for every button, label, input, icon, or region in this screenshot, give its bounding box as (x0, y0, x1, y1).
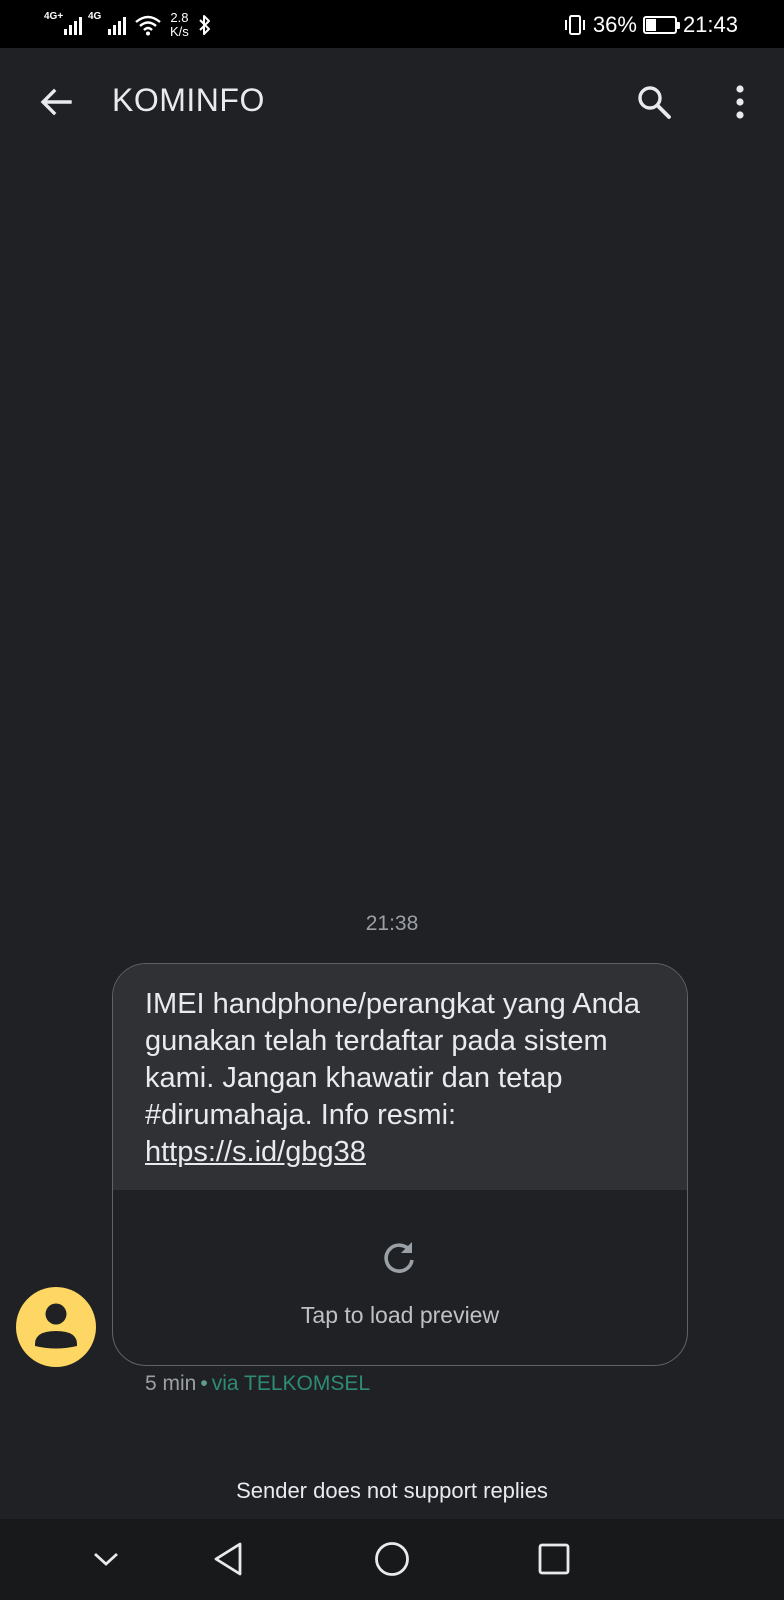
back-button[interactable] (30, 76, 82, 128)
more-vert-icon (736, 85, 744, 119)
back-arrow-icon (40, 88, 72, 116)
app-bar: KOMINFO (0, 48, 784, 160)
recents-square-icon (538, 1543, 570, 1575)
network-type-2: 4G (88, 11, 102, 22)
more-options-button[interactable] (714, 76, 766, 128)
wifi-icon (135, 15, 161, 36)
speed-unit: K/s (170, 24, 189, 39)
refresh-icon (384, 1242, 414, 1273)
message-text: IMEI handphone/perangkat yang Anda gunak… (145, 988, 640, 1131)
hide-nav-button[interactable] (80, 1533, 132, 1585)
clock: 21:43 (682, 12, 738, 37)
message-timestamp: 21:38 (365, 912, 419, 935)
nav-recents-button[interactable] (528, 1533, 580, 1585)
message-age: 5 min (145, 1372, 197, 1395)
message-meta: 5 min • via TELKOMSEL (145, 1372, 370, 1396)
search-icon (638, 86, 671, 119)
speed-value: 2.8 (170, 10, 189, 25)
home-circle-icon (375, 1542, 409, 1576)
vibrate-icon (564, 15, 585, 35)
status-bar: 4G+ 4G 2.8 K/s 36% 21:43 (0, 0, 784, 48)
messages-screen: 4G+ 4G 2.8 K/s 36% 21:43 KOMINFO 21:38 I… (0, 0, 784, 1600)
message-bubble[interactable]: IMEI handphone/perangkat yang Anda gunak… (112, 963, 688, 1366)
signal-icon: 4G+ (44, 11, 82, 35)
battery-icon (642, 16, 680, 34)
network-speed: 2.8 K/s (170, 11, 189, 39)
message-link[interactable]: https://s.id/gbg38 (145, 1136, 366, 1168)
status-left: 4G+ 4G 2.8 K/s (44, 8, 213, 42)
battery-fill (645, 19, 657, 31)
bluetooth-icon (199, 15, 210, 35)
nav-home-button[interactable] (366, 1533, 418, 1585)
nav-back-button[interactable] (202, 1533, 254, 1585)
load-preview-label: Tap to load preview (300, 1302, 500, 1328)
status-right: 36% 21:43 (563, 10, 738, 40)
no-reply-notice: Sender does not support replies (236, 1478, 548, 1503)
network-type-1: 4G+ (44, 11, 64, 22)
navigation-bar (0, 1519, 784, 1600)
link-preview[interactable]: Tap to load preview (113, 1190, 687, 1365)
meta-separator: • (200, 1372, 208, 1395)
carrier-label: via TELKOMSEL (211, 1372, 371, 1395)
avatar[interactable] (16, 1287, 96, 1367)
search-button[interactable] (628, 76, 680, 128)
message-body: IMEI handphone/perangkat yang Anda gunak… (113, 964, 687, 1190)
back-triangle-icon (214, 1542, 242, 1576)
signal-icon-2: 4G (88, 11, 126, 35)
conversation-title: KOMINFO (112, 82, 265, 118)
battery-percent: 36% (592, 12, 637, 37)
chevron-down-icon (94, 1552, 118, 1566)
person-icon (35, 1303, 77, 1349)
